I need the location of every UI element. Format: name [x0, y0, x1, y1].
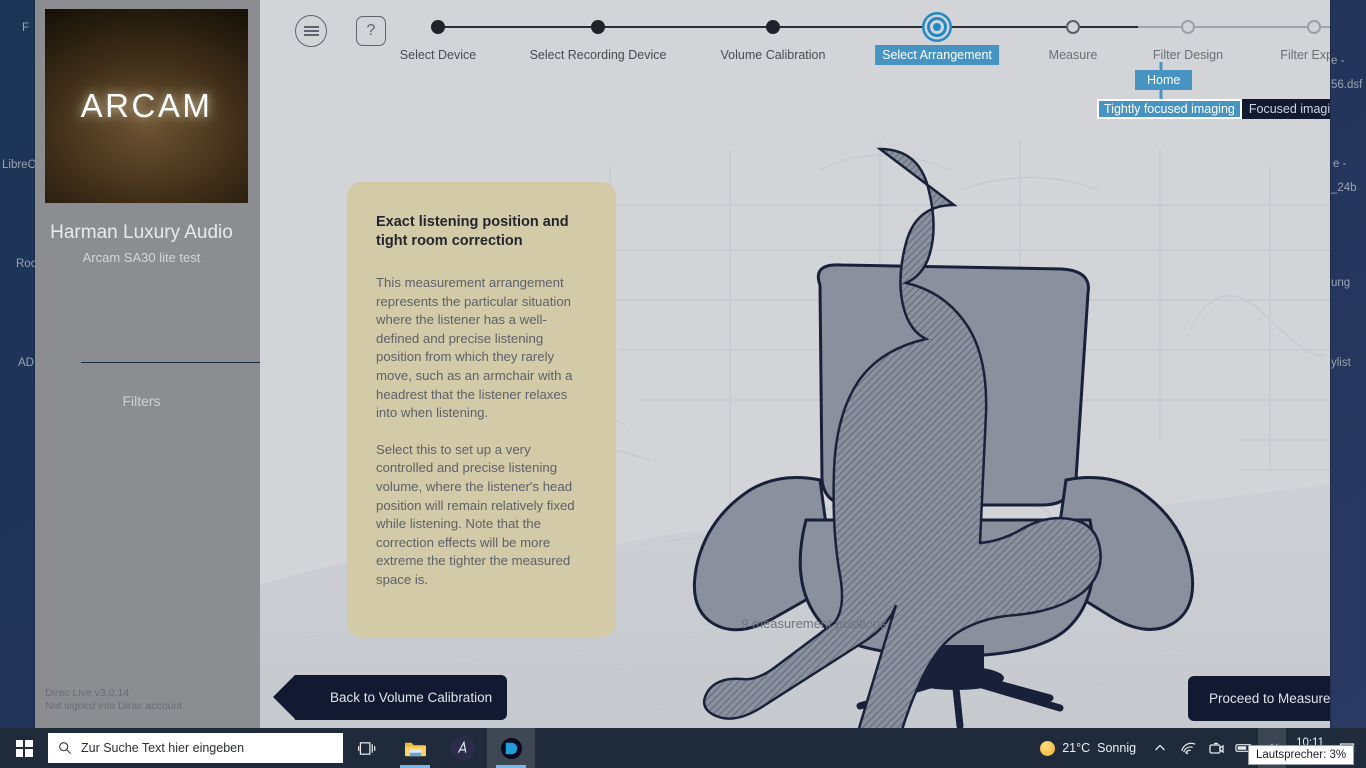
proceed-button-label: Proceed to Measure — [1209, 691, 1330, 706]
sun-icon — [1040, 740, 1056, 756]
arcam-logo-text: ARCAM — [80, 87, 213, 124]
step-dot — [591, 20, 605, 34]
info-card: Exact listening position and tight room … — [347, 182, 616, 637]
measurement-positions-caption: 9 measurement positions — [260, 616, 1330, 631]
sidebar-divider — [81, 362, 281, 363]
main-content: ? Select Device Select Recording Device … — [260, 0, 1330, 729]
desktop-icon-label: Roc — [16, 258, 37, 270]
step-label: Measure — [1048, 48, 1098, 62]
desktop-icon-label: e - — [1333, 158, 1347, 170]
windows-logo-icon — [15, 739, 33, 757]
info-card-paragraph-2: Select this to set up a very controlled … — [376, 441, 575, 587]
step-dot — [1181, 20, 1195, 34]
dirac-live-icon[interactable] — [487, 728, 535, 768]
sidebar: ARCAM Harman Luxury Audio Arcam SA30 lit… — [35, 0, 281, 729]
imaging-options: Tightly focused imaging Focused imaging … — [1097, 99, 1330, 119]
weather-temp: 21°C — [1062, 741, 1091, 755]
desktop-icon-label: 56.dsf — [1331, 79, 1363, 91]
arcam-logo: ARCAM — [45, 9, 248, 203]
measurement-positions-text: 9 measurement positions — [741, 616, 887, 631]
search-placeholder: Zur Suche Text hier eingeben — [81, 741, 245, 755]
desktop-icon-label: LibreO — [2, 159, 37, 171]
show-hidden-icons-chevron-up-icon[interactable] — [1146, 728, 1174, 768]
brand-name: Harman Luxury Audio — [50, 222, 233, 243]
step-label: Volume Calibration — [720, 48, 826, 62]
app-version-info: Dirac Live v3.0.14 Not signed into Dirac… — [45, 687, 182, 713]
desktop-icon-label: _24b — [1331, 182, 1357, 194]
search-input[interactable]: Zur Suche Text hier eingeben — [48, 733, 343, 763]
stepper-line-dim — [1138, 26, 1330, 28]
app-version: Dirac Live v3.0.14 — [45, 687, 130, 699]
search-icon — [59, 742, 72, 755]
info-card-title: Exact listening position and tight room … — [376, 214, 569, 249]
desktop-icon-label: AD — [18, 357, 34, 369]
wifi-icon[interactable] — [1174, 728, 1202, 768]
file-explorer-icon[interactable] — [391, 728, 439, 768]
desktop-icon-label: e - — [1331, 55, 1345, 67]
stepper-line — [438, 26, 1138, 28]
imaging-option-tightly-focused[interactable]: Tightly focused imaging — [1097, 99, 1242, 119]
proceed-button[interactable]: Proceed to Measure — [1188, 676, 1330, 721]
desktop-icon-label: ung — [1331, 277, 1351, 289]
imaging-option-focused[interactable]: Focused imaging — [1242, 99, 1330, 119]
back-button[interactable]: Back to Volume Calibration — [273, 675, 507, 720]
windows-taskbar: Zur Suche Text hier eingeben 21°C Sonnig… — [0, 728, 1366, 768]
step-label: Filter Export — [1280, 48, 1330, 62]
wizard-stepper: Select Device Select Recording Device Vo… — [260, 0, 1330, 70]
step-dot-active — [927, 17, 947, 37]
step-label: Select Arrangement — [875, 45, 999, 65]
screen: F LibreO Roc AD e - 56.dsf e - _24b ung … — [0, 0, 1366, 768]
account-status: Not signed into Dirac account — [45, 700, 183, 712]
step-label: Select Recording Device — [529, 48, 667, 62]
desktop-icon-label: ylist — [1331, 357, 1351, 369]
dirac-live-window: ARCAM Harman Luxury Audio Arcam SA30 lit… — [35, 0, 1330, 729]
info-card-paragraph-1: This measurement arrangement represents … — [376, 275, 573, 421]
start-button[interactable] — [0, 728, 48, 768]
sidebar-item-filters[interactable]: Filters — [35, 393, 248, 409]
task-view-icon[interactable] — [343, 728, 391, 768]
weather-desc: Sonnig — [1097, 741, 1137, 755]
step-label: Select Device — [399, 48, 477, 62]
device-name: Arcam SA30 lite test — [82, 250, 201, 265]
audirvana-icon[interactable] — [439, 728, 487, 768]
step-dot — [1307, 20, 1321, 34]
step-dot — [1066, 20, 1080, 34]
step-dot — [431, 20, 445, 34]
back-button-label: Back to Volume Calibration — [330, 690, 493, 705]
webcam-icon[interactable] — [1202, 728, 1230, 768]
desktop-icon-label: F — [22, 22, 30, 34]
volume-tooltip: Lautsprecher: 3% — [1248, 745, 1355, 765]
step-dot — [766, 20, 780, 34]
weather-widget[interactable]: 21°C Sonnig — [1030, 728, 1146, 768]
home-chip[interactable]: Home — [1135, 70, 1193, 90]
